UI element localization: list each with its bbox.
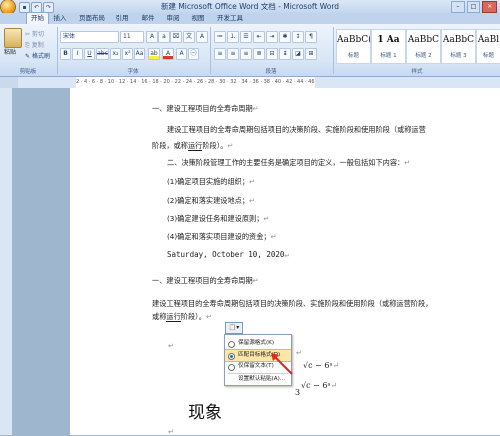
- highlight-icon[interactable]: ab: [148, 48, 160, 60]
- clear-format-icon[interactable]: ⌧: [170, 31, 182, 43]
- group-divider: [57, 27, 58, 74]
- font-group-label: 字体: [127, 69, 139, 75]
- subscript-icon[interactable]: x₂: [110, 48, 121, 60]
- grow-font-icon[interactable]: A: [146, 31, 158, 43]
- doc-paragraph-1-cont[interactable]: 阶段，或称运行阶段）。↵: [152, 141, 234, 151]
- radio-icon: [228, 353, 235, 360]
- doc-heading-1[interactable]: 一、建设工程项目的全寿命周期↵: [152, 104, 259, 114]
- style-heading-2[interactable]: AaBbC 标题 2: [406, 29, 441, 64]
- cut-button[interactable]: ✂ 剪切: [25, 29, 44, 38]
- minimize-icon[interactable]: –: [451, 1, 465, 13]
- doc-paragraph-1[interactable]: 建设工程项目的全寿命周期包括项目的决策阶段、实施阶段和使用阶段（或称运营: [167, 125, 426, 135]
- tab-insert[interactable]: 插入: [50, 13, 70, 24]
- radio-icon: [228, 364, 235, 371]
- font-color-icon[interactable]: A: [162, 48, 174, 60]
- doc-paragraph-3-cont[interactable]: 或称运行阶段）。↵: [152, 312, 212, 322]
- numbering-icon[interactable]: ⒈: [227, 31, 239, 43]
- tab-mailings[interactable]: 邮件: [138, 13, 158, 24]
- superscript-icon[interactable]: x²: [122, 48, 133, 60]
- clipboard-group-label: 剪贴板: [19, 69, 37, 75]
- clipboard-icon: 📋: [228, 324, 237, 331]
- doc-list-item-1[interactable]: (1)确定项目实施的组织；↵: [167, 177, 255, 187]
- window-title: 新建 Microsoft Office Word 文档 - Microsoft …: [160, 2, 340, 11]
- increase-indent-icon[interactable]: ⇥: [266, 31, 278, 43]
- paste-button-label[interactable]: 粘贴: [4, 47, 22, 56]
- justify-icon[interactable]: ≣: [253, 48, 265, 60]
- doc-paragraph-3[interactable]: 建设工程项目的全寿命周期包括项目的决策阶段、实施阶段和使用阶段（或称运营阶段，: [152, 299, 432, 309]
- sort-icon[interactable]: ↕: [292, 31, 304, 43]
- close-icon[interactable]: ✕: [482, 1, 497, 13]
- doc-list-item-2[interactable]: (2)确定和落实建设地点；↵: [167, 196, 255, 206]
- multilevel-list-icon[interactable]: ☰: [240, 31, 252, 43]
- phonetic-icon[interactable]: 文: [183, 31, 195, 43]
- tab-developer[interactable]: 开发工具: [214, 13, 246, 24]
- style-title[interactable]: AaBbC(标题: [336, 29, 371, 64]
- tab-page-layout[interactable]: 页面布局: [76, 13, 108, 24]
- chinese-layout-icon[interactable]: ✱: [279, 31, 291, 43]
- tab-review[interactable]: 审阅: [163, 13, 183, 24]
- paragraph-group-label: 段落: [265, 69, 277, 75]
- copy-button[interactable]: ⎘ 复制: [25, 40, 44, 50]
- doc-heading-2[interactable]: 一、建设工程项目的全寿命周期↵: [152, 276, 259, 286]
- group-divider: [210, 27, 211, 74]
- maximize-icon[interactable]: □: [466, 1, 481, 13]
- ruler-ticks: 2 · 4 · 6 · 8 · 10 · 12 · 14 · 16 · 18 ·…: [76, 77, 315, 88]
- equation-2[interactable]: √c − 6ᵃ↵: [301, 381, 337, 390]
- brush-icon: ✎: [25, 53, 31, 60]
- align-right-icon[interactable]: ≡: [240, 48, 252, 60]
- font-size-combo[interactable]: 11: [120, 31, 144, 43]
- align-left-icon[interactable]: ≡: [214, 48, 226, 60]
- ribbon-tabs: [0, 13, 500, 24]
- paste-keep-source-format[interactable]: 保留源格式(K): [225, 338, 291, 349]
- bullets-icon[interactable]: ≔: [214, 31, 226, 43]
- italic-icon[interactable]: I: [72, 48, 83, 60]
- shading-icon[interactable]: ◪: [292, 48, 304, 60]
- strikethrough-icon[interactable]: abc: [96, 48, 109, 60]
- equation-2-denominator[interactable]: 3: [295, 388, 300, 397]
- radio-icon: [228, 341, 235, 348]
- doc-paragraph-2[interactable]: 二、决策阶段管理工作的主要任务是确定项目的定义，一般包括如下内容：↵: [167, 158, 410, 168]
- copy-icon: ⎘: [25, 42, 30, 49]
- window-controls: – □ ✕: [451, 1, 497, 13]
- char-border-icon[interactable]: A: [196, 31, 208, 43]
- scissors-icon: ✂: [25, 31, 31, 38]
- doc-list-item-4[interactable]: (4)确定和落实项目建设的资金；↵: [167, 232, 277, 242]
- tab-references[interactable]: 引用: [112, 13, 132, 24]
- bold-icon[interactable]: B: [60, 48, 71, 60]
- page-gutter: [12, 88, 70, 435]
- underline-icon[interactable]: U: [84, 48, 95, 60]
- borders-icon[interactable]: ⊞: [305, 48, 317, 60]
- group-divider: [333, 27, 334, 74]
- tab-home[interactable]: 开始: [26, 12, 49, 24]
- styles-group-label: 样式: [411, 69, 423, 75]
- paragraph-mark: ↵: [168, 342, 174, 350]
- style-heading-1[interactable]: 1 Aa 标题 1: [371, 29, 406, 64]
- font-name-combo[interactable]: 宋体: [60, 31, 119, 43]
- decrease-indent-icon[interactable]: ⇤: [253, 31, 265, 43]
- doc-list-item-3[interactable]: (3)确定建设任务和建设原则；↵: [167, 214, 269, 224]
- annotation-arrow-icon: [271, 353, 293, 375]
- show-marks-icon[interactable]: ¶: [305, 31, 317, 43]
- paste-icon[interactable]: [4, 28, 22, 48]
- line-spacing-icon[interactable]: ↨: [279, 48, 291, 60]
- doc-large-text[interactable]: 现象: [188, 398, 222, 423]
- style-title-2[interactable]: AaBl 标题: [476, 29, 500, 64]
- tab-view[interactable]: 视图: [188, 13, 208, 24]
- distributed-icon[interactable]: ⊟: [266, 48, 278, 60]
- enclose-char-icon[interactable]: ㊀: [188, 48, 199, 60]
- char-shading-icon[interactable]: A: [176, 48, 187, 60]
- change-case-icon[interactable]: Aa: [134, 48, 145, 60]
- equation-1[interactable]: √c − 6ᵃ↵: [303, 361, 339, 370]
- shrink-font-icon[interactable]: a: [158, 31, 170, 43]
- style-heading-3[interactable]: AaBbC 标题 3: [441, 29, 476, 64]
- format-painter-button[interactable]: ✎ 格式刷: [25, 51, 50, 60]
- paste-options-button[interactable]: 📋▾: [225, 322, 243, 334]
- doc-date[interactable]: Saturday, October 10, 2020↵: [167, 250, 289, 259]
- align-center-icon[interactable]: ≡: [227, 48, 239, 60]
